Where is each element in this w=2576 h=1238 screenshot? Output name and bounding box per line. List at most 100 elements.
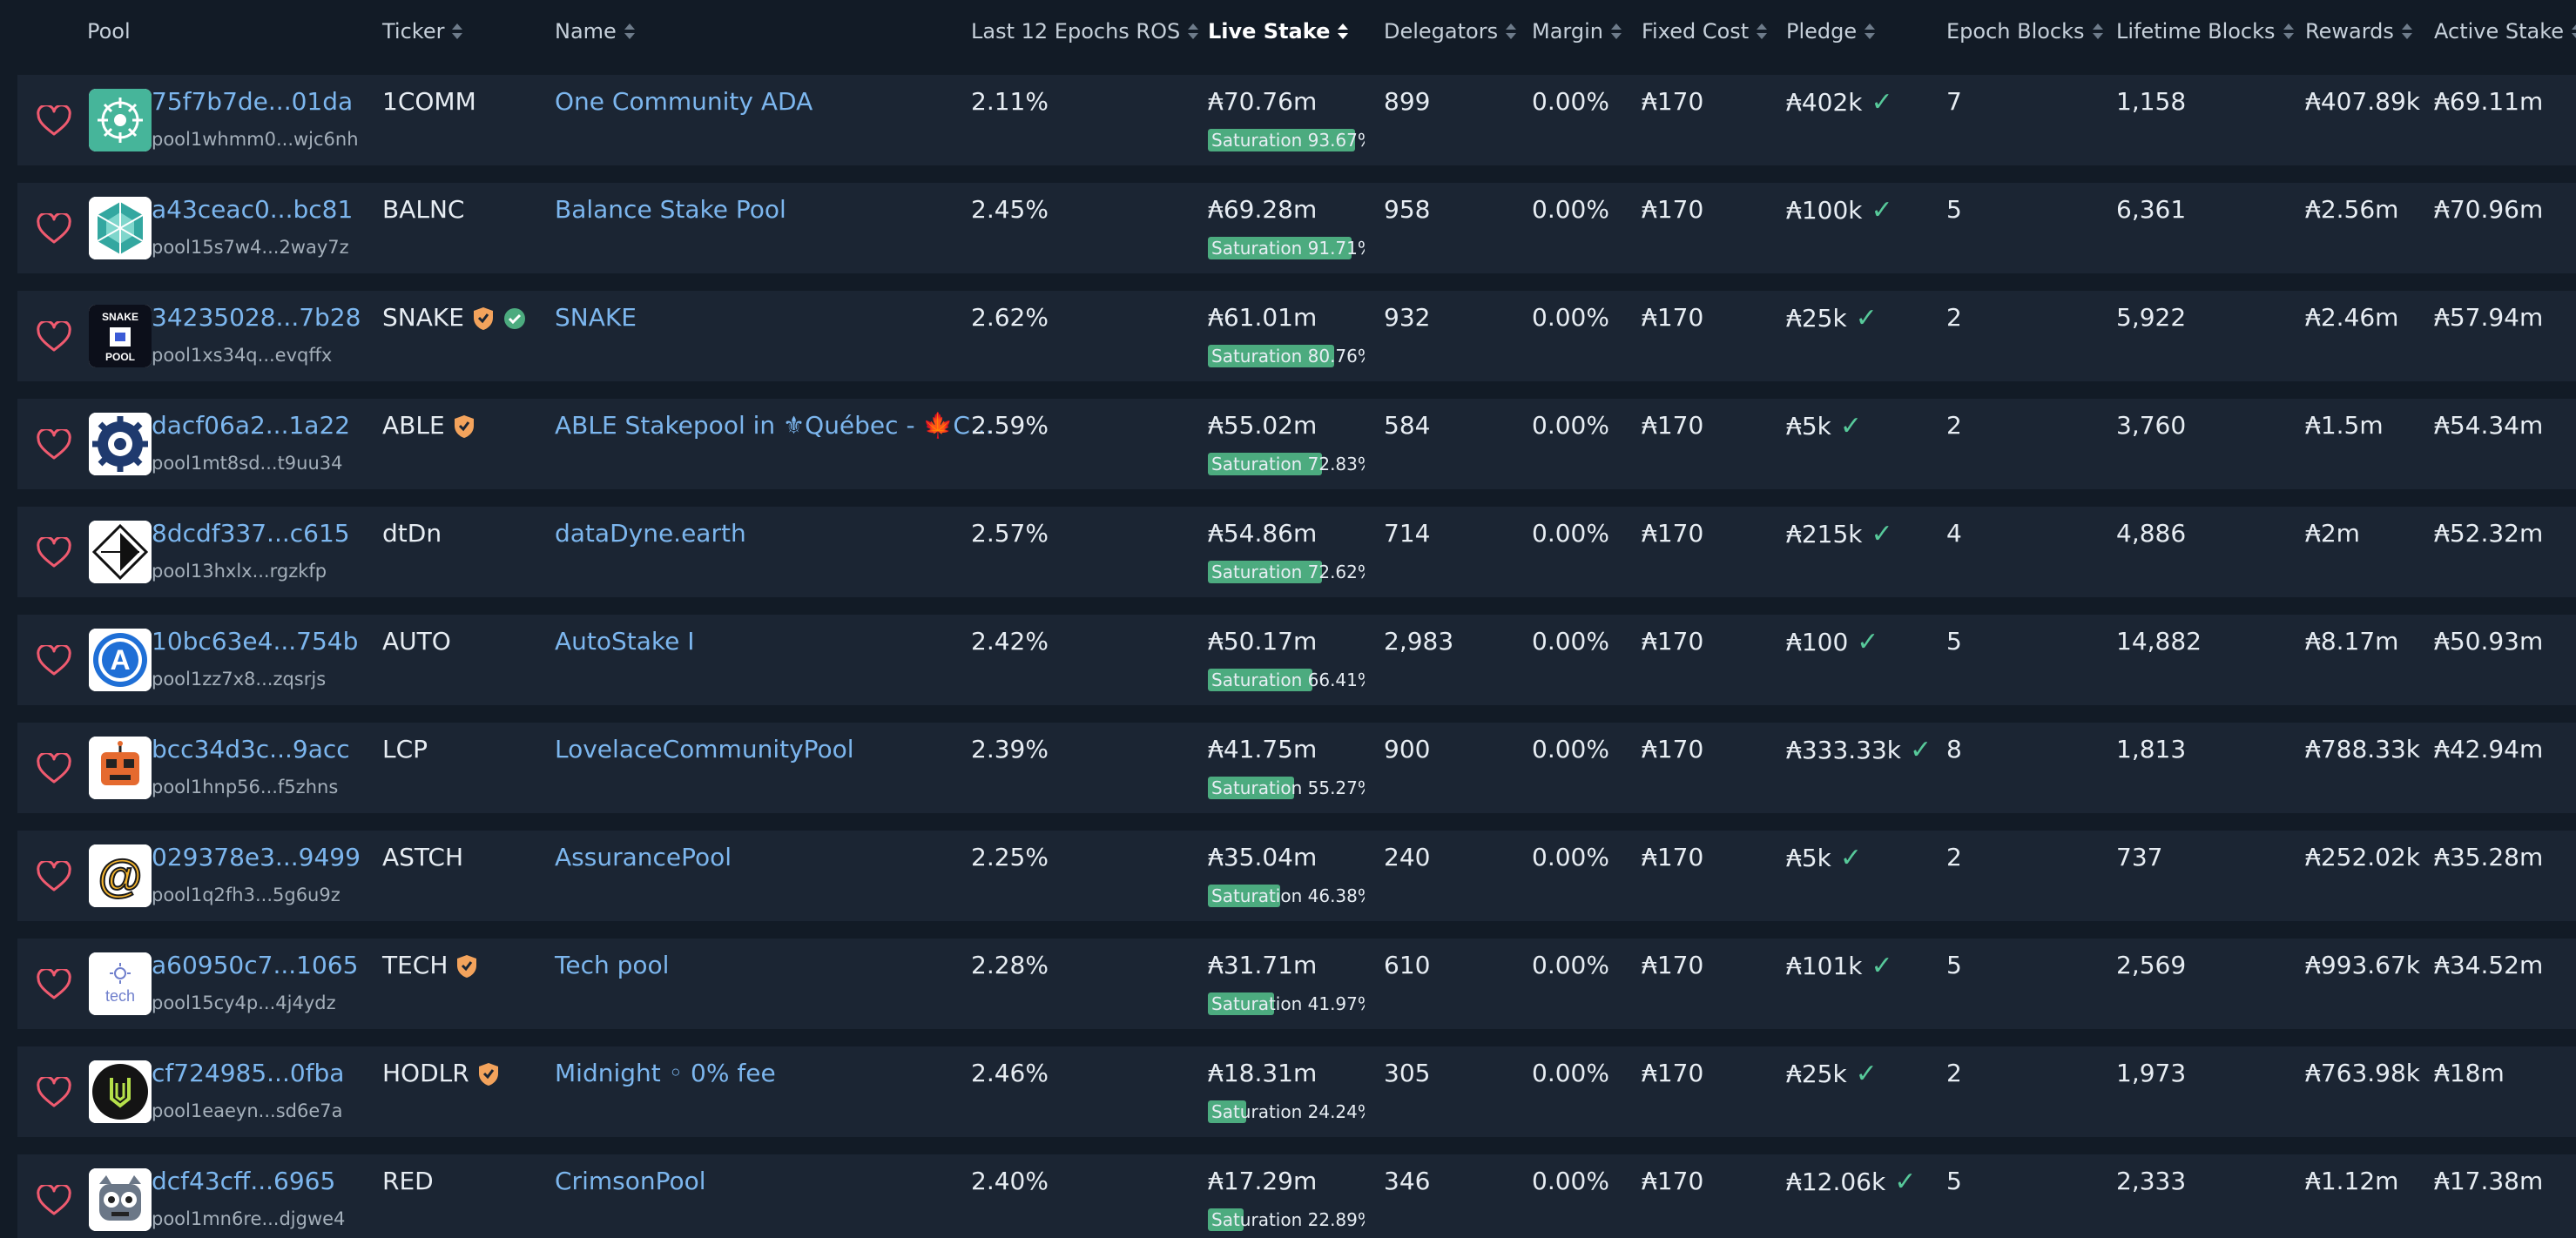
header-delegators[interactable]: Delegators: [1384, 0, 1517, 63]
table-row[interactable]: dcf43cff...6965 pool1mn6re...djgwe4 RED Cri…: [17, 1154, 2576, 1238]
pool-id-link[interactable]: 10bc63e4...754b: [152, 627, 358, 656]
fixed-cost-value: ₳170: [1642, 1167, 1704, 1195]
favorite-heart-icon[interactable]: [37, 1075, 71, 1108]
table-row[interactable]: SNAKE POOL 34235028...7b28 pool1xs34q...evq…: [17, 291, 2576, 381]
lifetime-blocks-value: 2,333: [2116, 1167, 2187, 1195]
pool-name-link[interactable]: One Community ADA: [555, 87, 813, 116]
active-stake-value: ₳17.38m: [2434, 1167, 2544, 1195]
live-stake-value: ₳61.01m: [1208, 303, 1318, 332]
header-ros[interactable]: Last 12 Epochs ROS: [971, 0, 1199, 63]
pool-id-link[interactable]: bcc34d3c...9acc: [152, 735, 350, 764]
pledge-value: ₳25k: [1786, 1060, 1847, 1088]
lifetime-blocks-value: 737: [2116, 843, 2163, 871]
pool-name-link[interactable]: AutoStake I: [555, 627, 695, 656]
pool-name-link[interactable]: CrimsonPool: [555, 1167, 706, 1195]
header-active-stake[interactable]: Active Stake: [2434, 0, 2576, 63]
pool-logo: [89, 197, 152, 259]
favorite-heart-icon[interactable]: [37, 320, 71, 353]
pool-id-link[interactable]: cf724985...0fba: [152, 1059, 344, 1087]
header-label: Delegators: [1384, 19, 1499, 44]
sort-icon: [1756, 23, 1768, 40]
table-row[interactable]: @029378e3...9499 pool1q2fh3...5g6u9z ASTCH…: [17, 831, 2576, 921]
saturation-label: Saturation 72.62%: [1211, 562, 1365, 582]
rewards-value: ₳2m: [2305, 519, 2360, 548]
pool-name-link[interactable]: AssurancePool: [555, 843, 732, 871]
rewards-value: ₳8.17m: [2305, 627, 2399, 656]
pool-hash: pool1hnp56...f5zhns: [152, 777, 339, 797]
rewards-value: ₳2.56m: [2305, 195, 2399, 224]
fixed-cost-value: ₳170: [1642, 87, 1704, 116]
table-row[interactable]: bcc34d3c...9acc pool1hnp56...f5zhns LCP Lov…: [17, 723, 2576, 813]
pool-id-link[interactable]: dcf43cff...6965: [152, 1167, 335, 1195]
header-name[interactable]: Name: [555, 0, 636, 63]
favorite-heart-icon[interactable]: [37, 212, 71, 245]
pool-name-link[interactable]: Tech pool: [555, 951, 669, 979]
header-fixed-cost[interactable]: Fixed Cost: [1642, 0, 1768, 63]
balance-logo-icon: [89, 197, 152, 259]
pledge-met-check-icon: ✓: [1857, 627, 1879, 657]
tech-logo-icon: tech: [89, 952, 152, 1015]
favorite-heart-icon[interactable]: [37, 535, 71, 569]
table-row[interactable]: 8dcdf337...c615 pool13hxlx...rgzkfp dtDn da…: [17, 507, 2576, 597]
header-label: Live Stake: [1208, 19, 1331, 44]
header-pool[interactable]: Pool: [87, 0, 131, 63]
table-row[interactable]: 75f7b7de...01da pool1whmm0...wjc6nh 1COMM O…: [17, 75, 2576, 165]
saturation-bar: Saturation 72.62%: [1208, 561, 1365, 583]
sort-icon: [451, 23, 463, 40]
pool-id-link[interactable]: a43ceac0...bc81: [152, 195, 353, 224]
header-ticker[interactable]: Ticker: [382, 0, 463, 63]
margin-value: 0.00%: [1532, 1059, 1609, 1087]
favorite-heart-icon[interactable]: [37, 104, 71, 137]
pool-name-link[interactable]: LovelaceCommunityPool: [555, 735, 854, 764]
pool-name-link[interactable]: dataDyne.earth: [555, 519, 746, 548]
favorite-heart-icon[interactable]: [37, 1183, 71, 1216]
favorite-heart-icon[interactable]: [37, 751, 71, 784]
delegators-value: 2,983: [1384, 627, 1454, 656]
pool-name-link[interactable]: SNAKE: [555, 303, 637, 332]
rewards-value: ₳763.98k: [2305, 1059, 2421, 1087]
pool-id-link[interactable]: a60950c7...1065: [152, 951, 358, 979]
favorite-heart-icon[interactable]: [37, 967, 71, 1000]
header-live-stake[interactable]: Live Stake: [1208, 0, 1349, 63]
header-label: Name: [555, 19, 617, 44]
table-row[interactable]: a43ceac0...bc81 pool15s7w4...2way7z BALNC B…: [17, 183, 2576, 273]
live-stake-value: ₳31.71m: [1208, 951, 1318, 979]
table-row[interactable]: dacf06a2...1a22 pool1mt8sd...t9uu34 ABLE AB…: [17, 399, 2576, 489]
ticker: RED: [382, 1167, 434, 1195]
pledge-met-check-icon: ✓: [1839, 411, 1862, 441]
table-row[interactable]: cf724985...0fba pool1eaeyn...sd6e7a HODLR M…: [17, 1046, 2576, 1137]
autostake-logo-icon: A: [89, 629, 152, 691]
pool-id-link[interactable]: 8dcdf337...c615: [152, 519, 350, 548]
pool-id-link[interactable]: dacf06a2...1a22: [152, 411, 350, 440]
table-row[interactable]: tech a60950c7...1065 pool15cy4p...4j4ydz TE…: [17, 939, 2576, 1029]
pool-id-link[interactable]: 34235028...7b28: [152, 303, 361, 332]
shield-icon: [455, 953, 479, 979]
sort-icon: [624, 23, 636, 40]
favorite-heart-icon[interactable]: [37, 643, 71, 676]
lifetime-blocks-value: 6,361: [2116, 195, 2187, 224]
pool-id-link[interactable]: 75f7b7de...01da: [152, 87, 353, 116]
pool-name-link[interactable]: Midnight ◦ 0% fee: [555, 1059, 776, 1087]
margin-value: 0.00%: [1532, 951, 1609, 979]
saturation-bar: Saturation 72.83%: [1208, 453, 1365, 475]
header-margin[interactable]: Margin: [1532, 0, 1622, 63]
delegators-value: 932: [1384, 303, 1431, 332]
rewards-value: ₳252.02k: [2305, 843, 2421, 871]
pool-name-link[interactable]: Balance Stake Pool: [555, 195, 786, 224]
table-row[interactable]: A 10bc63e4...754b pool1zz7x8...zqsrjs AUTO A…: [17, 615, 2576, 705]
header-rewards[interactable]: Rewards: [2305, 0, 2413, 63]
header-epoch-blocks[interactable]: Epoch Blocks: [1946, 0, 2104, 63]
header-pledge[interactable]: Pledge: [1786, 0, 1876, 63]
saturation-bar: Saturation 80.76%: [1208, 345, 1365, 367]
favorite-heart-icon[interactable]: [37, 427, 71, 461]
active-stake-value: ₳54.34m: [2434, 411, 2544, 440]
pledge-cell: ₳402k ✓: [1786, 87, 1893, 118]
header-label: Pledge: [1786, 19, 1858, 44]
header-lifetime-blocks[interactable]: Lifetime Blocks: [2116, 0, 2295, 63]
ticker: ASTCH: [382, 843, 463, 871]
fixed-cost-value: ₳170: [1642, 1059, 1704, 1087]
pool-id-link[interactable]: 029378e3...9499: [152, 843, 361, 871]
pledge-met-check-icon: ✓: [1894, 1167, 1917, 1197]
favorite-heart-icon[interactable]: [37, 859, 71, 892]
pool-name-link[interactable]: ABLE Stakepool in ⚜Québec - 🍁C...: [555, 411, 994, 440]
